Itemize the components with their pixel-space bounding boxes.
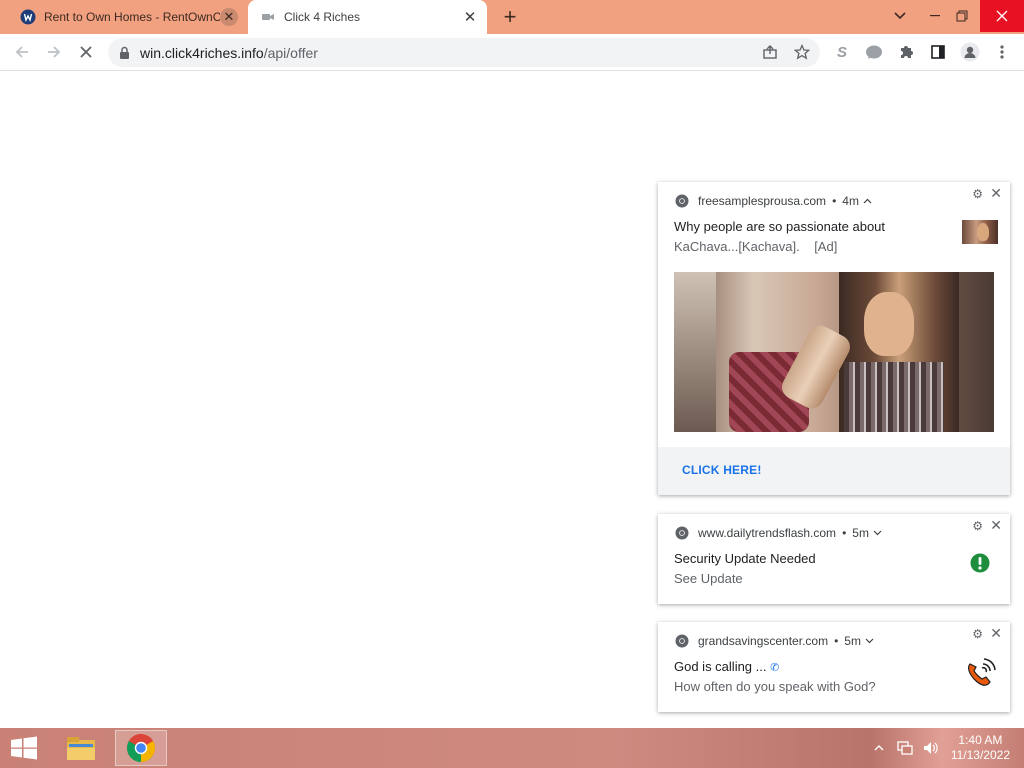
browser-tab-strip: Rent to Own Homes - RentOwnC ✕ Click 4 R… — [0, 0, 1024, 34]
notification-title: God is calling ... ✆ — [674, 659, 779, 674]
window-close-icon[interactable] — [980, 0, 1024, 32]
clock-date: 11/13/2022 — [950, 748, 1010, 762]
restore-icon[interactable] — [945, 0, 979, 32]
windows-start-icon[interactable] — [8, 736, 40, 760]
close-icon[interactable]: ✕ — [990, 185, 1002, 202]
folder-icon — [67, 737, 95, 760]
url-host: win.click4riches.info — [140, 44, 264, 61]
notification-body: KaChava...[Kachava]. [Ad] — [674, 239, 838, 254]
chevron-down-icon[interactable] — [865, 638, 874, 644]
menu-kebab-icon[interactable] — [990, 40, 1014, 64]
separator-dot: • — [834, 634, 839, 648]
notification-title: Security Update Needed — [674, 551, 816, 566]
tab-title: Click 4 Riches — [284, 10, 361, 24]
gear-icon[interactable]: ⚙ — [972, 519, 983, 533]
forward-arrow-icon[interactable] — [42, 40, 66, 64]
notification-age: 5m — [844, 634, 861, 648]
rentown-favicon-icon — [20, 9, 36, 25]
chrome-icon — [675, 634, 689, 648]
small-phone-icon: ✆ — [770, 662, 780, 674]
gear-icon[interactable]: ⚙ — [972, 187, 983, 201]
browser-toolbar: win.click4riches.info/api/offer S — [0, 34, 1024, 71]
chevron-down-icon[interactable] — [873, 530, 882, 536]
notification-action-bar: CLICK HERE! — [658, 447, 1010, 495]
back-arrow-icon[interactable] — [10, 40, 34, 64]
tab-click-4-riches[interactable]: Click 4 Riches ✕ — [248, 0, 487, 34]
notification-header: www.dailytrendsflash.com • 5m — [675, 526, 882, 540]
click-here-button[interactable]: CLICK HERE! — [682, 463, 762, 477]
separator-dot: • — [832, 194, 837, 208]
extensions-puzzle-icon[interactable] — [894, 40, 918, 64]
tab-close-icon[interactable]: ✕ — [220, 8, 238, 26]
notification-title: Why people are so passionate about — [674, 219, 886, 234]
show-hidden-icons-chevron-icon[interactable] — [874, 728, 884, 768]
tab-search-chevron-icon[interactable] — [883, 0, 917, 32]
new-tab-button[interactable]: + — [499, 4, 521, 29]
notification-source: freesamplesprousa.com — [698, 194, 827, 208]
notification-header: freesamplesprousa.com • 4m — [675, 194, 872, 208]
file-explorer-taskbar-button[interactable] — [58, 730, 104, 766]
lock-icon[interactable] — [119, 46, 130, 59]
notification-hero-image — [674, 272, 994, 432]
volume-icon[interactable] — [922, 728, 940, 768]
network-icon[interactable] — [896, 728, 914, 768]
notification-header: grandsavingscenter.com • 5m — [675, 634, 874, 648]
address-bar[interactable]: win.click4riches.info/api/offer — [108, 38, 820, 67]
notification-age: 5m — [852, 526, 869, 540]
orange-phone-icon — [968, 658, 996, 686]
side-panel-icon[interactable] — [926, 40, 950, 64]
close-icon[interactable]: ✕ — [990, 625, 1002, 642]
tab-rent-to-own[interactable]: Rent to Own Homes - RentOwnC ✕ — [8, 0, 246, 34]
notification-title-text: God is calling ... — [674, 659, 767, 674]
extension-chat-icon[interactable] — [862, 40, 886, 64]
notification-freesamplesprousa[interactable]: freesamplesprousa.com • 4m ⚙ ✕ Why peopl… — [658, 182, 1010, 495]
chrome-icon — [127, 734, 155, 762]
stop-loading-icon[interactable] — [74, 40, 98, 64]
chrome-taskbar-button[interactable] — [115, 730, 167, 766]
system-clock[interactable]: 1:40 AM 11/13/2022 — [951, 733, 1010, 763]
notification-body: See Update — [674, 571, 743, 586]
chrome-icon — [675, 194, 689, 208]
notification-age: 4m — [842, 194, 859, 208]
chrome-icon — [675, 526, 689, 540]
notification-grandsavingscenter[interactable]: grandsavingscenter.com • 5m ⚙ ✕ God is c… — [658, 622, 1010, 712]
tab-title: Rent to Own Homes - RentOwnC — [44, 10, 220, 24]
generic-favicon-icon — [260, 9, 276, 25]
notification-body: How often do you speak with God? — [674, 679, 876, 694]
tab-close-icon[interactable]: ✕ — [461, 8, 479, 26]
bookmark-star-icon[interactable] — [790, 40, 814, 64]
gear-icon[interactable]: ⚙ — [972, 627, 983, 641]
green-alert-icon — [970, 553, 990, 573]
profile-avatar-icon[interactable] — [958, 40, 982, 64]
url-path: /api/offer — [263, 44, 318, 61]
chevron-up-icon[interactable] — [863, 198, 872, 204]
notification-source: www.dailytrendsflash.com — [698, 526, 837, 540]
windows-taskbar: 1:40 AM 11/13/2022 — [0, 728, 1024, 768]
notification-source: grandsavingscenter.com — [698, 634, 829, 648]
extension-s-icon[interactable]: S — [830, 40, 854, 64]
separator-dot: • — [842, 526, 847, 540]
share-icon[interactable] — [758, 40, 782, 64]
notification-dailytrendsflash[interactable]: www.dailytrendsflash.com • 5m ⚙ ✕ Securi… — [658, 514, 1010, 604]
notification-thumbnail — [962, 220, 998, 244]
clock-time: 1:40 AM — [958, 733, 1003, 747]
close-icon[interactable]: ✕ — [990, 517, 1002, 534]
